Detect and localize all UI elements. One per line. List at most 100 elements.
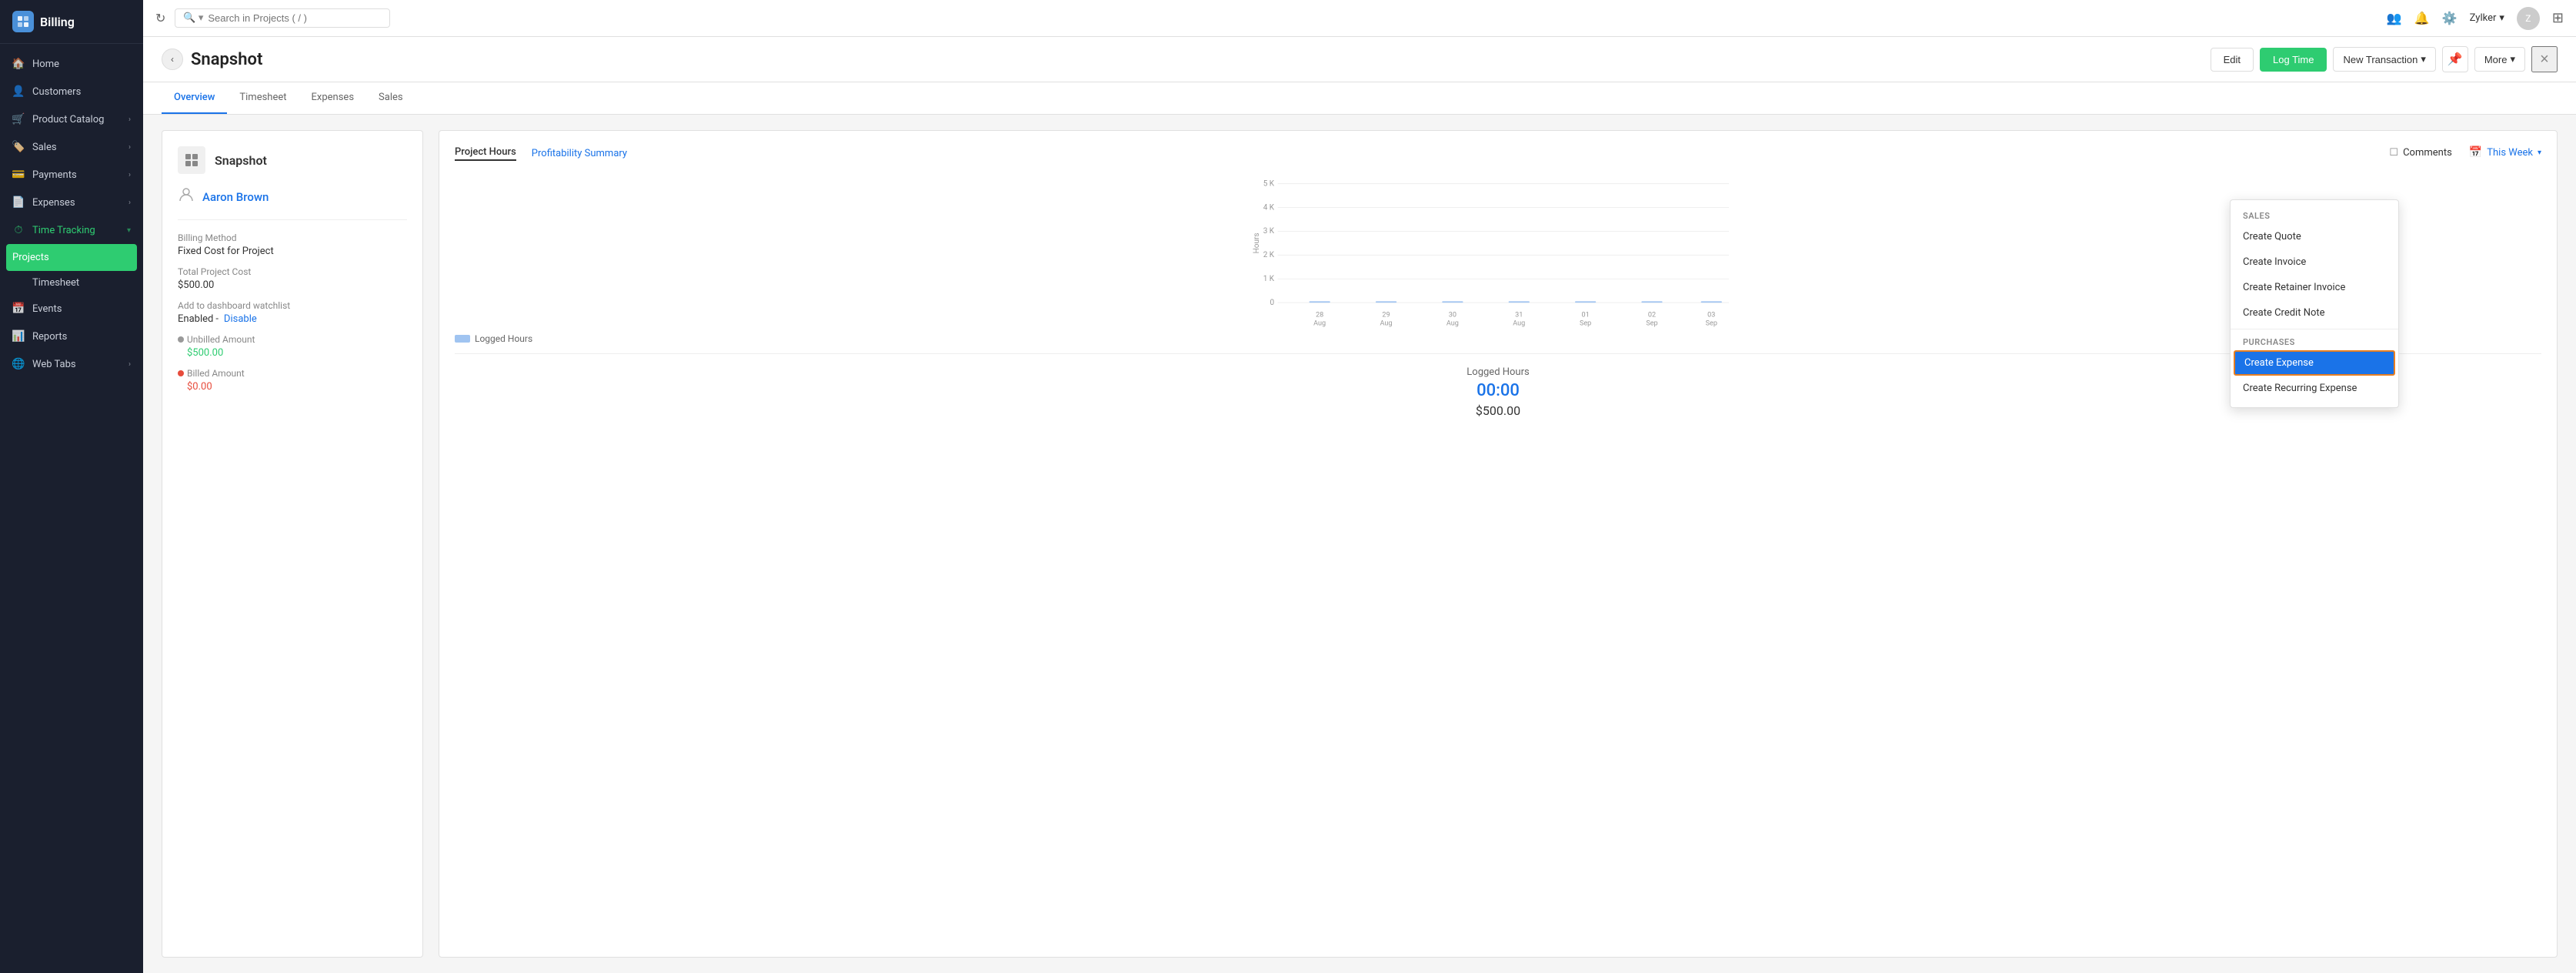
sidebar-item-label-events: Events bbox=[32, 303, 62, 315]
refresh-button[interactable]: ↻ bbox=[155, 11, 165, 25]
total-project-cost-field: Total Project Cost $500.00 bbox=[178, 266, 407, 291]
svg-text:29: 29 bbox=[1382, 311, 1390, 319]
new-transaction-button[interactable]: New Transaction ▾ bbox=[2333, 47, 2435, 72]
svg-text:Hours: Hours bbox=[1253, 232, 1261, 253]
svg-text:Aug: Aug bbox=[1380, 319, 1393, 327]
divider bbox=[178, 219, 407, 220]
logged-hours-label: Logged Hours bbox=[455, 366, 2541, 378]
chart-legend: Logged Hours bbox=[455, 333, 2541, 344]
chevron-right-icon-expenses: › bbox=[128, 199, 131, 207]
logged-hours-cost: $500.00 bbox=[455, 403, 2541, 418]
log-time-button[interactable]: Log Time bbox=[2260, 48, 2327, 72]
new-transaction-chevron-icon: ▾ bbox=[2421, 53, 2426, 65]
user-menu[interactable]: Zylker ▾ bbox=[2470, 12, 2504, 24]
chevron-down-icon: ▾ bbox=[127, 226, 131, 235]
create-credit-note-item[interactable]: Create Credit Note bbox=[2231, 300, 2398, 326]
sidebar-item-label-customers: Customers bbox=[32, 86, 81, 98]
user-name: Zylker bbox=[2470, 12, 2497, 24]
svg-text:0: 0 bbox=[1270, 299, 1274, 307]
purchases-section-label: PURCHASES bbox=[2231, 333, 2398, 350]
svg-text:03: 03 bbox=[1707, 311, 1715, 319]
search-input[interactable] bbox=[208, 12, 362, 24]
sidebar-item-label-time-tracking: Time Tracking bbox=[32, 225, 95, 236]
watchlist-field: Add to dashboard watchlist Enabled - Dis… bbox=[178, 300, 407, 325]
contacts-icon[interactable]: 👥 bbox=[2387, 11, 2402, 25]
page-title-row: ‹ Snapshot bbox=[162, 48, 262, 70]
tab-timesheet[interactable]: Timesheet bbox=[227, 82, 299, 114]
settings-icon[interactable]: ⚙️ bbox=[2442, 11, 2458, 25]
tab-expenses[interactable]: Expenses bbox=[299, 82, 367, 114]
sidebar-item-label-expenses: Expenses bbox=[32, 197, 75, 209]
chevron-right-icon: › bbox=[128, 115, 131, 124]
this-week-button[interactable]: This Week bbox=[2487, 147, 2533, 159]
sidebar-item-label-home: Home bbox=[32, 59, 59, 70]
create-quote-item[interactable]: Create Quote bbox=[2231, 224, 2398, 249]
sidebar-item-label-web-tabs: Web Tabs bbox=[32, 359, 76, 370]
bell-icon[interactable]: 🔔 bbox=[2414, 11, 2430, 25]
search-box[interactable]: 🔍 ▾ bbox=[175, 8, 390, 28]
logged-hours-section: Logged Hours 00:00 $500.00 bbox=[455, 353, 2541, 418]
sales-icon: 🏷️ bbox=[12, 141, 25, 153]
expenses-icon: 📄 bbox=[12, 196, 25, 209]
sidebar-logo: Billing bbox=[0, 0, 143, 44]
sidebar-item-label-projects: Projects bbox=[12, 252, 49, 263]
snapshot-title: Snapshot bbox=[215, 153, 267, 168]
create-invoice-item[interactable]: Create Invoice bbox=[2231, 249, 2398, 275]
sidebar-item-customers[interactable]: 👤 Customers bbox=[0, 78, 143, 105]
unbilled-amount-field: Unbilled Amount $500.00 bbox=[178, 334, 407, 359]
apps-grid-icon[interactable]: ⊞ bbox=[2552, 10, 2564, 26]
billed-amount: $0.00 bbox=[178, 381, 407, 393]
logo-icon bbox=[12, 11, 34, 32]
chart-tab-project-hours[interactable]: Project Hours bbox=[455, 146, 516, 161]
more-chevron-icon: ▾ bbox=[2510, 53, 2515, 65]
sidebar-item-label-reports: Reports bbox=[32, 331, 67, 343]
sidebar-item-projects[interactable]: Projects bbox=[6, 244, 137, 271]
sidebar-item-payments[interactable]: 💳 Payments › bbox=[0, 161, 143, 189]
svg-text:Aug: Aug bbox=[1313, 319, 1326, 327]
close-button[interactable]: × bbox=[2531, 46, 2558, 72]
sidebar-item-product-catalog[interactable]: 🛒 Product Catalog › bbox=[0, 105, 143, 133]
avatar[interactable]: Z bbox=[2517, 7, 2540, 30]
watchlist-disable-link[interactable]: Disable bbox=[224, 313, 257, 325]
sidebar-item-label-product-catalog: Product Catalog bbox=[32, 114, 104, 125]
main-content: ↻ 🔍 ▾ 👥 🔔 ⚙️ Zylker ▾ Z ⊞ ‹ Snapshot Edi… bbox=[143, 0, 2576, 973]
chart-tab-profitability[interactable]: Profitability Summary bbox=[532, 148, 627, 159]
tab-sales[interactable]: Sales bbox=[366, 82, 415, 114]
this-week-chevron: ▾ bbox=[2538, 149, 2541, 157]
svg-text:01: 01 bbox=[1582, 311, 1590, 319]
sidebar-item-web-tabs[interactable]: 🌐 Web Tabs › bbox=[0, 350, 143, 378]
sidebar-item-sales[interactable]: 🏷️ Sales › bbox=[0, 133, 143, 161]
sidebar-nav: 🏠 Home 👤 Customers 🛒 Product Catalog › 🏷… bbox=[0, 44, 143, 973]
comments-label[interactable]: Comments bbox=[2403, 147, 2452, 159]
back-button[interactable]: ‹ bbox=[162, 48, 183, 70]
page-tabs: Overview Timesheet Expenses Sales bbox=[143, 82, 2576, 115]
create-recurring-expense-item[interactable]: Create Recurring Expense bbox=[2231, 376, 2398, 401]
chart-tabs: Project Hours Profitability Summary bbox=[455, 146, 627, 161]
svg-text:2 K: 2 K bbox=[1263, 251, 1275, 259]
create-expense-item[interactable]: Create Expense bbox=[2234, 350, 2395, 376]
sales-section-label: SALES bbox=[2231, 206, 2398, 224]
more-button[interactable]: More ▾ bbox=[2474, 47, 2525, 72]
sidebar-item-time-tracking[interactable]: ⏱ Time Tracking ▾ bbox=[0, 216, 143, 244]
edit-button[interactable]: Edit bbox=[2211, 48, 2254, 72]
tab-overview[interactable]: Overview bbox=[162, 82, 227, 114]
more-label: More bbox=[2484, 54, 2508, 65]
svg-text:Aug: Aug bbox=[1446, 319, 1459, 327]
snapshot-card: Snapshot Aaron Brown Billing Method Fixe… bbox=[162, 130, 423, 958]
svg-text:4 K: 4 K bbox=[1263, 203, 1275, 212]
billing-method-label: Billing Method bbox=[178, 232, 407, 243]
sidebar-item-label-timesheet: Timesheet bbox=[32, 277, 79, 289]
header-actions: Edit Log Time New Transaction ▾ 📌 More ▾… bbox=[2211, 46, 2558, 72]
sidebar-item-events[interactable]: 📅 Events bbox=[0, 295, 143, 323]
search-dropdown-icon[interactable]: 🔍 ▾ bbox=[183, 12, 203, 24]
page-header: ‹ Snapshot Edit Log Time New Transaction… bbox=[143, 37, 2576, 82]
create-retainer-invoice-item[interactable]: Create Retainer Invoice bbox=[2231, 275, 2398, 300]
customer-name[interactable]: Aaron Brown bbox=[202, 190, 269, 204]
sidebar-item-timesheet[interactable]: Timesheet bbox=[0, 271, 143, 295]
pin-button[interactable]: 📌 bbox=[2442, 46, 2468, 72]
sidebar-item-expenses[interactable]: 📄 Expenses › bbox=[0, 189, 143, 216]
sidebar-item-home[interactable]: 🏠 Home bbox=[0, 50, 143, 78]
right-panel-controls: ☐ Comments 📅 This Week ▾ bbox=[2389, 146, 2541, 159]
customers-icon: 👤 bbox=[12, 85, 25, 98]
sidebar-item-reports[interactable]: 📊 Reports bbox=[0, 323, 143, 350]
